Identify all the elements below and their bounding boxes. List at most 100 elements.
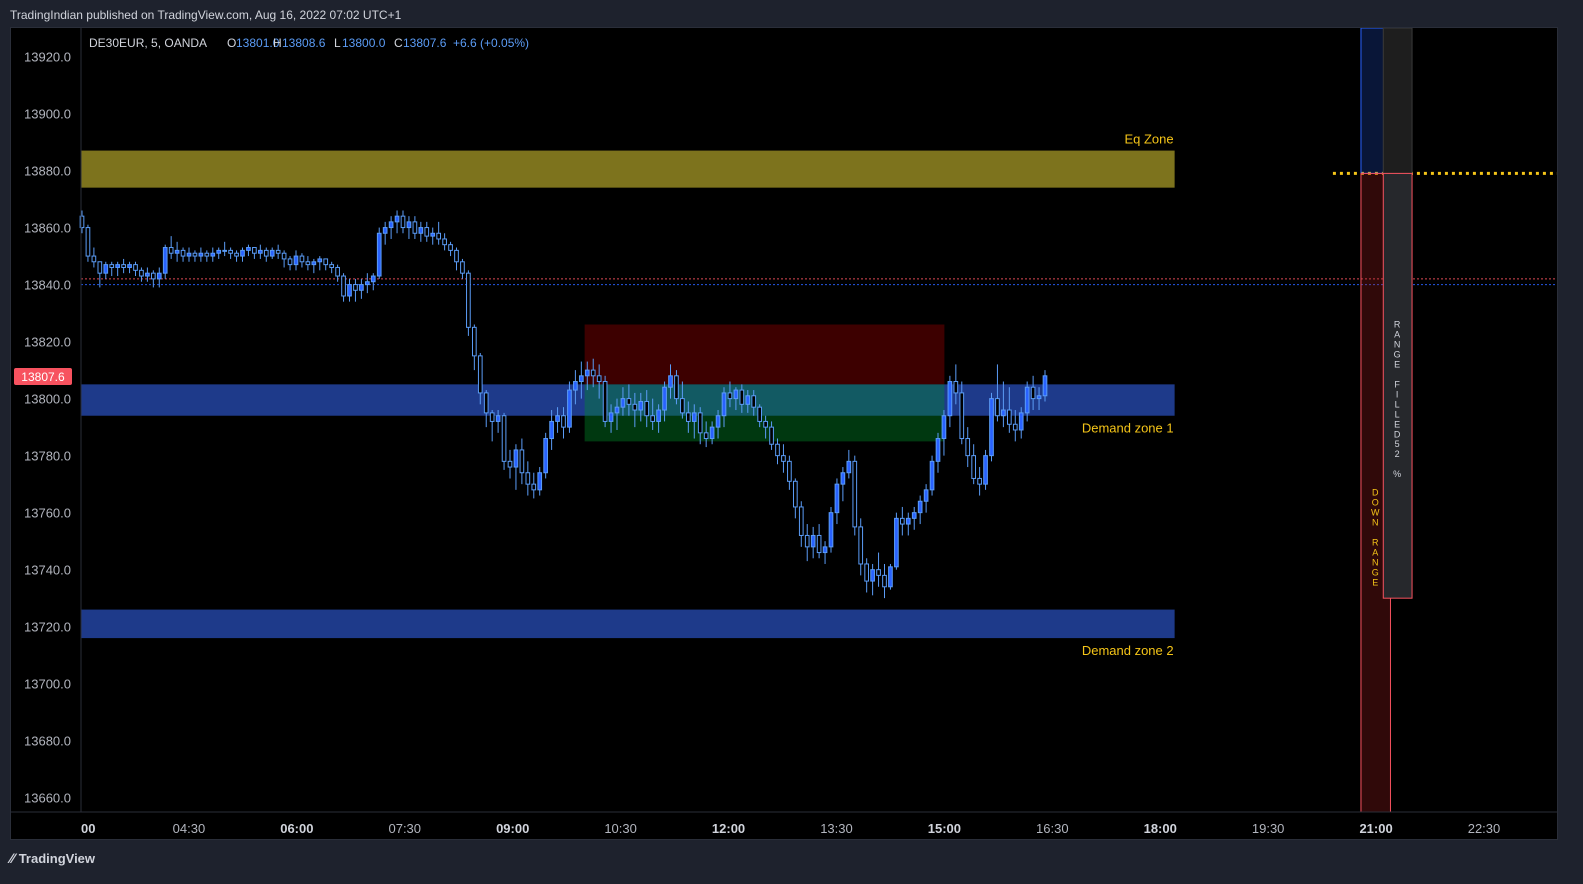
candle-body <box>139 269 144 277</box>
candle-body <box>246 247 251 251</box>
publish-header: TradingIndian published on TradingView.c… <box>10 8 402 22</box>
range-filled-label: RANGE FILLED <box>1394 319 1402 439</box>
candle-body <box>436 232 442 240</box>
candle-body <box>584 369 590 377</box>
candle-body <box>674 375 679 400</box>
zone-label: Eq Zone <box>1124 132 1173 147</box>
candle-body <box>929 460 935 491</box>
legend-close: 13807.6 <box>403 36 447 50</box>
candle-body <box>382 227 388 234</box>
zone-label: Demand zone 2 <box>1082 643 1174 658</box>
candle-body <box>341 275 346 297</box>
candle-body <box>888 566 893 588</box>
candle-body <box>323 258 329 266</box>
candle-body <box>115 264 121 268</box>
candle-body <box>269 249 275 257</box>
legend-symbol: DE30EUR, 5, OANDA <box>89 36 207 50</box>
candle-body <box>899 517 905 525</box>
candle-body <box>721 392 727 417</box>
candle-body <box>549 420 554 440</box>
price-tick-label: 13760.0 <box>24 506 71 521</box>
candle-body <box>626 398 632 405</box>
candle-body <box>311 261 317 266</box>
price-tick-label: 13720.0 <box>24 620 71 635</box>
candle-body <box>959 392 965 440</box>
candle-body <box>846 460 852 474</box>
candle-body <box>228 249 233 254</box>
candle-body <box>168 247 174 254</box>
candle-body <box>1018 412 1024 431</box>
range-filled-top <box>1382 28 1413 174</box>
candle-body <box>757 406 763 422</box>
candle-body <box>650 415 656 422</box>
candle-body <box>204 252 210 257</box>
candle-body <box>602 381 608 422</box>
candle-body <box>787 460 792 482</box>
price-tick-label: 13880.0 <box>24 164 71 179</box>
candle-body <box>1001 409 1006 417</box>
candle-body <box>329 264 335 268</box>
candle-body <box>257 249 263 254</box>
candle-body <box>359 284 364 291</box>
candle-body <box>840 472 846 485</box>
candle-body <box>792 480 798 508</box>
candlestick-chart[interactable]: Eq Zone Demand zone 1 Demand zone 2 DOWN R… <box>11 28 1557 839</box>
candle-body <box>709 426 715 440</box>
time-tick-label: 15:00 <box>928 821 961 836</box>
time-tick-label: 09:00 <box>496 821 529 836</box>
legend-high-label: H <box>273 36 282 50</box>
candle-body <box>370 275 376 283</box>
candle-body <box>364 281 370 286</box>
time-axis: 00 04:30 06:00 07:30 09:00 10:30 12:00 13:30 15:… <box>11 811 1557 836</box>
candle-body <box>424 227 430 237</box>
candle-body <box>418 227 424 234</box>
time-tick-label: 07:30 <box>388 821 421 836</box>
time-tick-label: 04:30 <box>173 821 206 836</box>
candle-body <box>85 227 91 257</box>
time-tick-label: 00 <box>81 821 95 836</box>
candle-body <box>668 375 673 388</box>
legend-low-label: L <box>334 36 341 50</box>
tradingview-brand[interactable]: ⁄⁄ TradingView <box>10 850 95 866</box>
candle-body <box>466 272 471 328</box>
time-tick-label: 12:00 <box>712 821 745 836</box>
candle-body <box>989 398 994 457</box>
candle-body <box>281 252 287 260</box>
candle-body <box>567 389 572 428</box>
chart-frame[interactable]: Eq Zone Demand zone 1 Demand zone 2 DOWN R… <box>10 27 1558 840</box>
candle-body <box>1024 386 1030 414</box>
candle-body <box>305 261 311 266</box>
candle-body <box>733 389 739 400</box>
legend-low: 13800.0 <box>342 36 386 50</box>
candle-body <box>216 249 222 254</box>
candle-body <box>745 395 751 405</box>
down-range-label: DOWN RANGE <box>1371 488 1381 588</box>
candle-body <box>174 249 180 254</box>
candle-body <box>977 477 982 485</box>
candle-body <box>905 517 911 525</box>
candle-body <box>150 272 156 280</box>
candle-body <box>804 534 810 548</box>
candle-body <box>727 392 733 400</box>
candle-body <box>644 400 650 417</box>
candle-body <box>769 426 774 445</box>
candle-body <box>894 517 899 568</box>
price-tick-label: 13680.0 <box>24 734 71 749</box>
candle-body <box>1012 423 1018 431</box>
candle-body <box>858 526 864 565</box>
candle-body <box>293 255 299 266</box>
horizontal-lines <box>81 171 1557 286</box>
candle-body <box>1042 375 1048 397</box>
candle-body <box>127 264 132 268</box>
candle-body <box>798 506 804 536</box>
candle-body <box>911 512 917 519</box>
candle-body <box>995 398 1000 417</box>
take-profit-area <box>584 384 945 442</box>
legend-high: 13808.6 <box>282 36 326 50</box>
stop-loss-area <box>584 324 945 385</box>
price-axis: 13920.0 13900.0 13880.0 13860.0 13840.0 13820… <box>14 28 82 812</box>
candle-body <box>531 483 537 491</box>
time-tick-label: 22:30 <box>1468 821 1501 836</box>
candle-body <box>739 389 745 405</box>
candle-body <box>210 252 216 257</box>
